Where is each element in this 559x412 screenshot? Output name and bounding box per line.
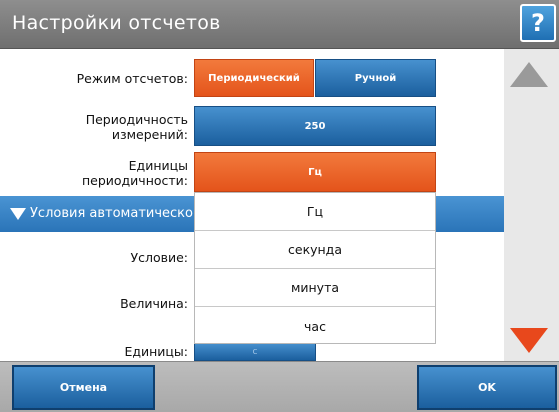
cancel-button[interactable]: Отмена xyxy=(12,365,155,410)
triangle-down-icon xyxy=(10,208,26,220)
magnitude-label: Величина: xyxy=(120,296,188,311)
units-dropdown-list: Гц секунда минута час xyxy=(194,192,436,344)
dropdown-option[interactable]: минута xyxy=(195,269,435,307)
scroll-up-icon[interactable] xyxy=(510,62,548,87)
units-label: Единицы периодичности: xyxy=(81,158,188,188)
help-button[interactable]: ? xyxy=(520,4,556,42)
mode-periodic-button[interactable]: Периодический xyxy=(194,59,314,97)
section-label: Условия автоматического xyxy=(30,206,194,221)
page-title: Настройки отсчетов xyxy=(12,12,221,34)
scroll-down-icon[interactable] xyxy=(510,328,548,353)
dropdown-option[interactable]: секунда xyxy=(195,231,435,269)
units-select[interactable]: Гц xyxy=(194,152,436,192)
scroll-column xyxy=(504,49,559,361)
mode-manual-button[interactable]: Ручной xyxy=(315,59,436,97)
dropdown-option[interactable]: час xyxy=(195,307,435,345)
dropdown-option[interactable]: Гц xyxy=(195,193,435,231)
period-value-field[interactable]: 250 xyxy=(194,106,436,146)
ok-button[interactable]: OK xyxy=(417,365,557,410)
period-label: Периодичность измерений: xyxy=(85,112,188,142)
condition-label: Условие: xyxy=(130,250,188,265)
mode-label: Режим отсчетов: xyxy=(76,71,188,86)
units2-label: Единицы: xyxy=(124,344,188,359)
